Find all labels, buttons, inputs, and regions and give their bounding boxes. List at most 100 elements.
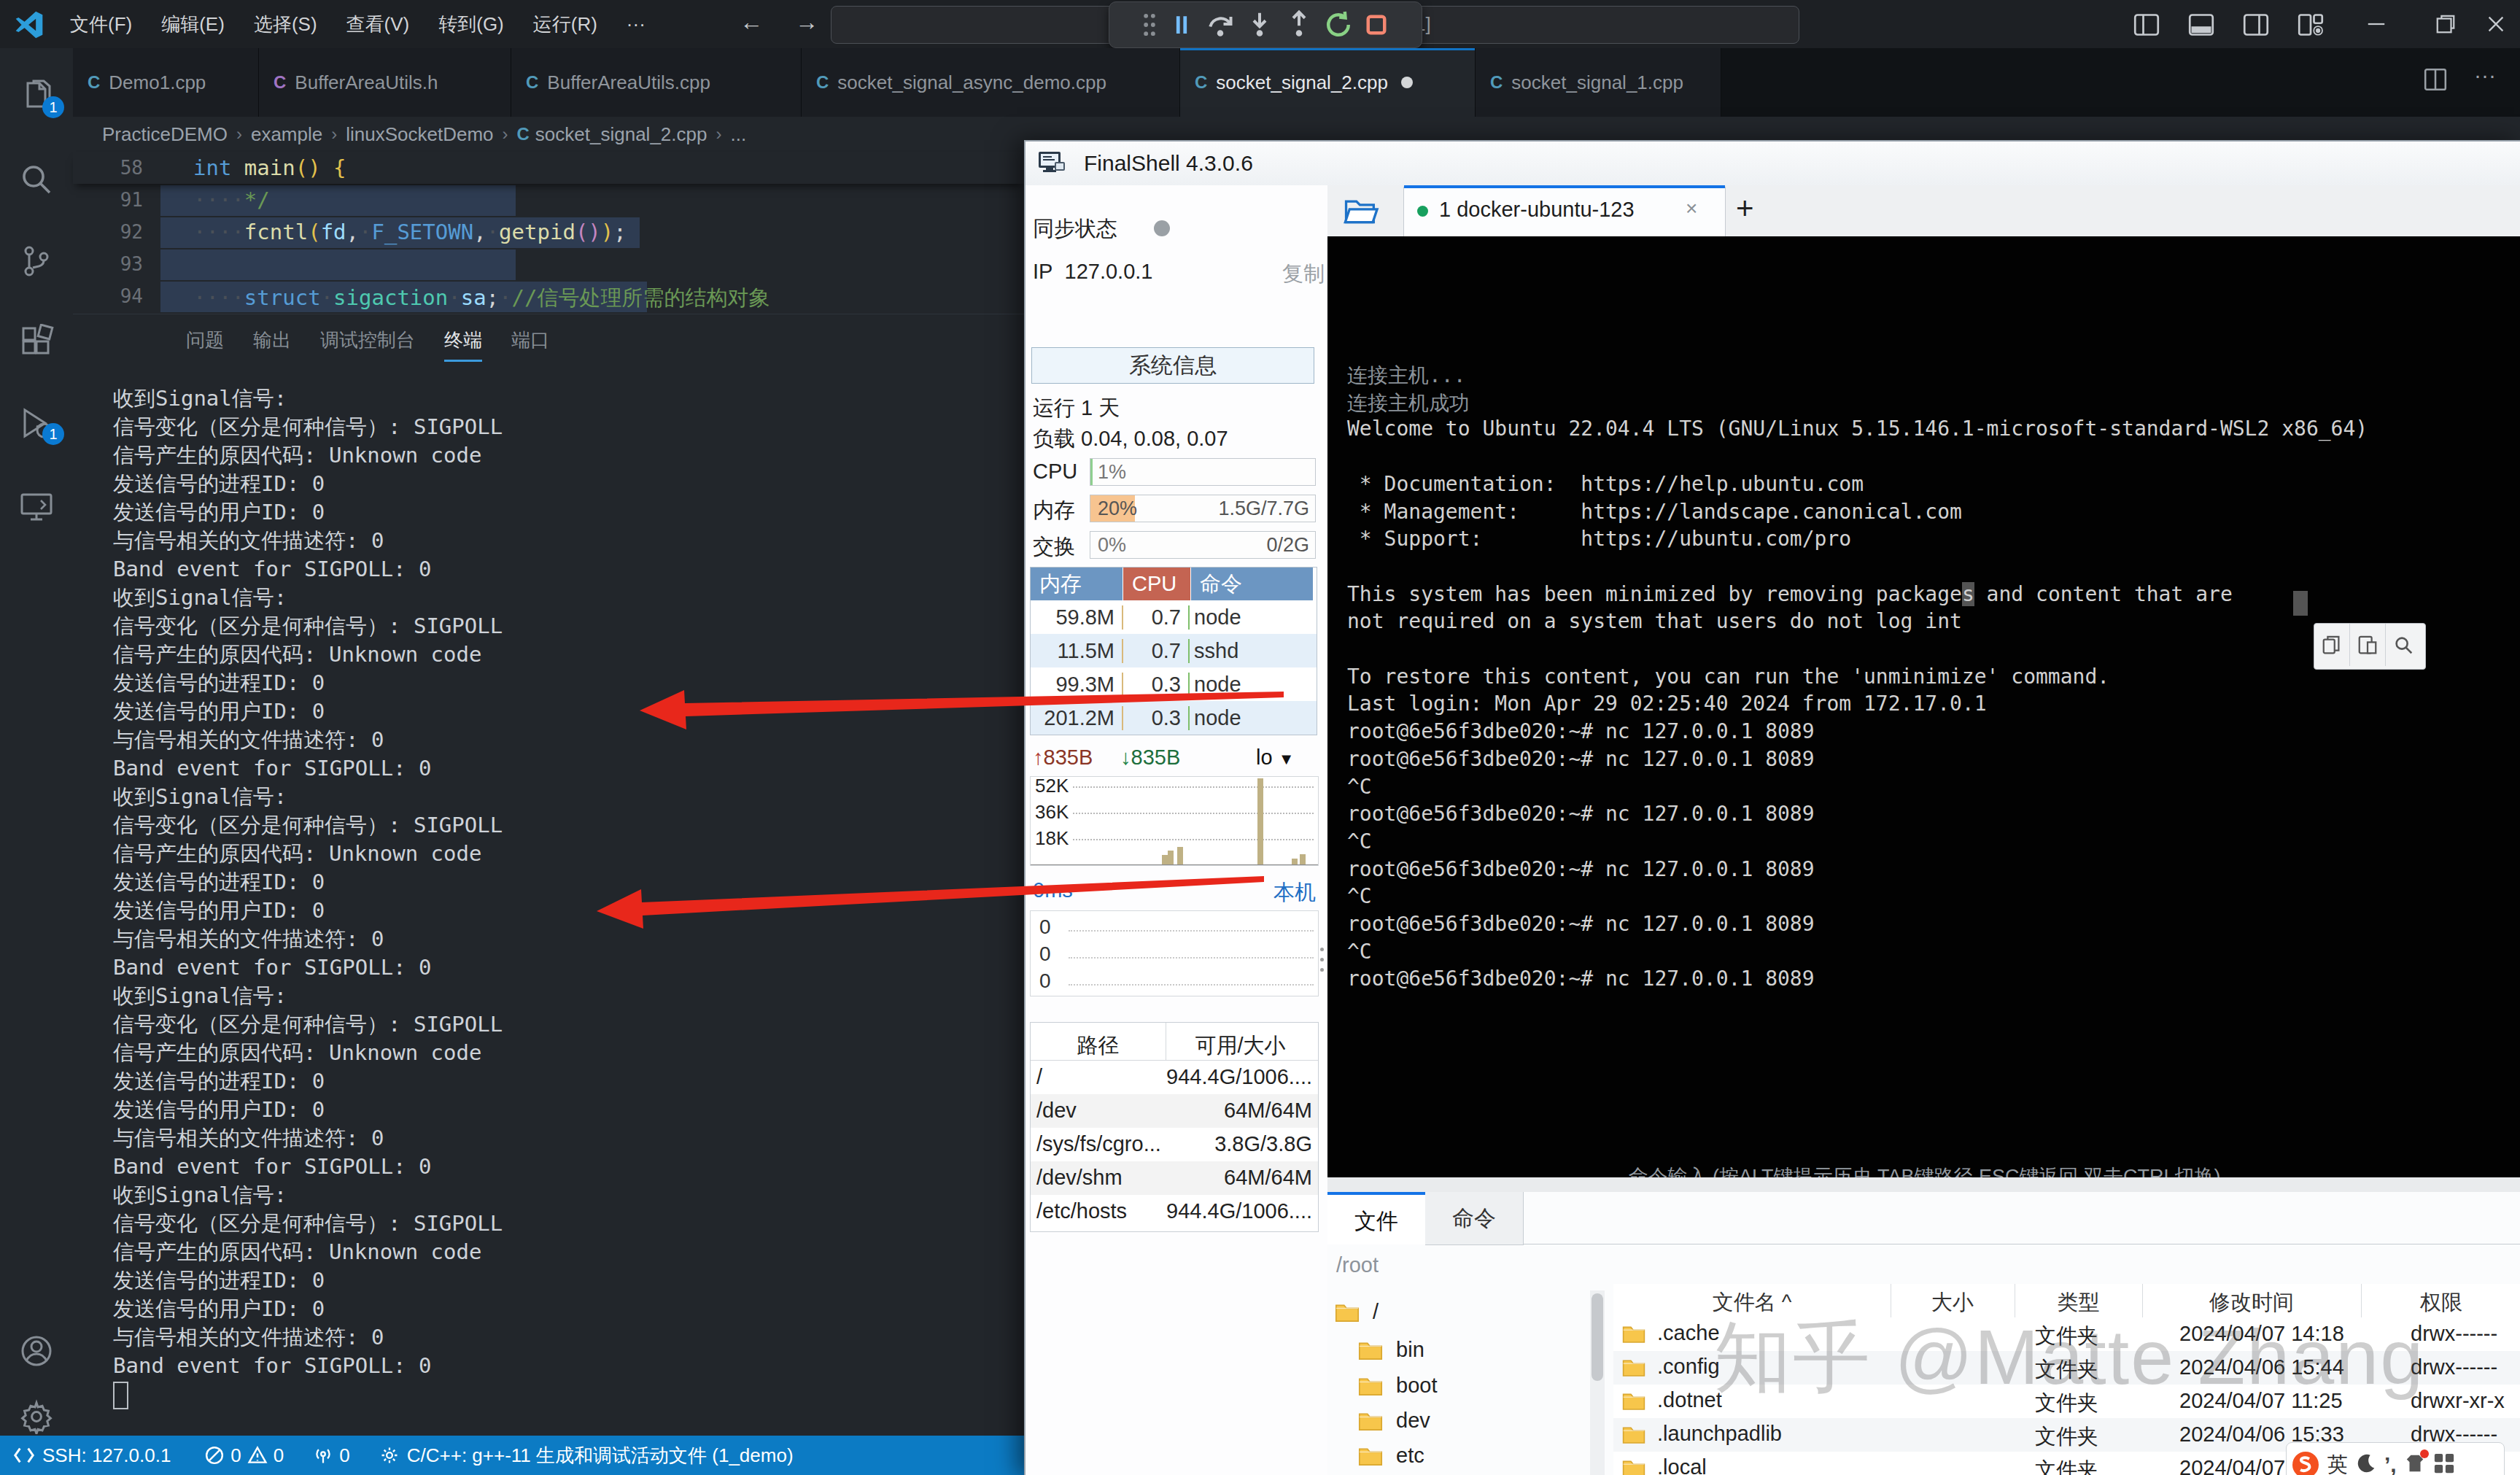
tree-item-boot[interactable]: boot	[1358, 1374, 1438, 1398]
debug-stop-icon[interactable]	[1363, 12, 1389, 38]
menu-选择(S)[interactable]: 选择(S)	[239, 0, 332, 48]
breadcrumb-item[interactable]: PracticeDEMO	[102, 123, 228, 146]
menu-查看(V)[interactable]: 查看(V)	[332, 0, 424, 48]
accounts-icon[interactable]	[19, 1333, 54, 1368]
menu-文件(F)[interactable]: 文件(F)	[55, 0, 147, 48]
tab-socket_signal_async_demo.cpp[interactable]: Csocket_signal_async_demo.cpp	[802, 48, 1180, 117]
breadcrumb-item[interactable]: example	[251, 123, 322, 146]
tree-item-/[interactable]: /	[1335, 1300, 1379, 1324]
toggle-secondary-sidebar-icon[interactable]	[2243, 12, 2269, 38]
splitter-handle[interactable]	[1319, 948, 1325, 984]
ping-row-value: 0	[1039, 915, 1051, 939]
debug-restart-icon[interactable]	[1324, 10, 1353, 39]
disk-col-path[interactable]: 路径	[1031, 1031, 1166, 1061]
restore-button[interactable]	[2422, 0, 2470, 48]
panel-tab-端口[interactable]: 端口	[511, 328, 549, 353]
finalshell-titlebar[interactable]: FinalShell 4.3.0.6	[1026, 142, 2520, 186]
debug-step-into-icon[interactable]	[1245, 10, 1274, 39]
panel-tab-问题[interactable]: 问题	[186, 328, 224, 353]
ime-toolbox-icon[interactable]	[2433, 1452, 2455, 1475]
code-line[interactable]: ····fcntl(fd,·F_SETOWN,·getpid());	[193, 220, 627, 244]
disk-col-size[interactable]: 可用/大小	[1166, 1031, 1315, 1061]
extensions-icon[interactable]	[19, 324, 54, 359]
tree-scrollbar[interactable]	[1590, 1290, 1605, 1475]
ime-punct-toggle[interactable]: ’,	[2384, 1452, 2397, 1475]
nav-back-icon[interactable]: ←	[740, 9, 763, 36]
process-row[interactable]: 201.2M0.3node	[1031, 701, 1317, 735]
remote-explorer-icon[interactable]	[19, 489, 54, 524]
terminal-selection-toolbar	[2314, 623, 2426, 670]
debug-step-out-icon[interactable]	[1284, 10, 1314, 39]
panel-tab-调试控制台[interactable]: 调试控制台	[320, 328, 415, 353]
source-control-icon[interactable]	[19, 244, 54, 279]
ime-lang-toggle[interactable]: 英	[2327, 1451, 2348, 1475]
files-tab-文件[interactable]: 文件	[1327, 1192, 1426, 1244]
copy-icon[interactable]	[2314, 624, 2350, 666]
problems-indicator[interactable]: 0 0	[204, 1444, 284, 1467]
menu-···[interactable]: ···	[612, 0, 660, 48]
system-info-button[interactable]: 系统信息	[1031, 347, 1314, 384]
toggle-panel-icon[interactable]	[2188, 12, 2214, 38]
breadcrumb-item[interactable]: ...	[730, 123, 746, 146]
panel-divider[interactable]: •••	[1327, 1177, 2520, 1193]
customize-layout-icon[interactable]	[2298, 12, 2324, 38]
ports-indicator[interactable]: 0	[313, 1444, 349, 1467]
close-button[interactable]	[2472, 0, 2520, 48]
breadcrumb[interactable]: PracticeDEMO›example›linuxSocketDemo›Cso…	[102, 117, 746, 152]
nav-forward-icon[interactable]: →	[795, 9, 818, 36]
tab-BufferAreaUtils.cpp[interactable]: CBufferAreaUtils.cpp	[511, 48, 802, 117]
debug-step-over-icon[interactable]	[1206, 10, 1235, 39]
uptime-label: 运行 1 天	[1033, 394, 1120, 423]
sogou-logo[interactable]	[2291, 1450, 2320, 1475]
menu-运行(R)[interactable]: 运行(R)	[519, 0, 612, 48]
iface-select[interactable]: lo ▼	[1256, 746, 1294, 770]
process-col-CPU[interactable]: CPU	[1123, 568, 1191, 600]
debug-pause-icon[interactable]	[1168, 11, 1195, 39]
tab-Demo1.cpp[interactable]: CDemo1.cpp	[73, 48, 259, 117]
tree-item-etc[interactable]: etc	[1358, 1444, 1424, 1468]
paste-icon[interactable]	[2350, 624, 2386, 666]
search-icon[interactable]	[19, 162, 54, 197]
process-row[interactable]: 59.8M0.7node	[1031, 600, 1317, 634]
shell-terminal[interactable]: 连接主机...连接主机成功Welcome to Ubuntu 22.04.4 L…	[1327, 236, 2520, 1177]
process-row[interactable]: 99.3M0.3node	[1031, 667, 1317, 701]
tree-item-bin[interactable]: bin	[1358, 1338, 1424, 1362]
files-tab-命令[interactable]: 命令	[1425, 1192, 1524, 1245]
current-path[interactable]: /root	[1336, 1253, 1379, 1277]
breadcrumb-item[interactable]: socket_signal_2.cpp	[535, 123, 707, 146]
sticky-scroll-line[interactable]: 58 int main() {	[73, 152, 1024, 184]
tab-BufferAreaUtils.h[interactable]: CBufferAreaUtils.h	[259, 48, 511, 117]
shell-tab-close-icon[interactable]: ×	[1686, 197, 1697, 220]
minimize-button[interactable]	[2352, 0, 2400, 48]
new-tab-button[interactable]: +	[1736, 191, 1754, 226]
process-col-内存[interactable]: 内存	[1031, 568, 1123, 600]
process-col-命令[interactable]: 命令	[1191, 568, 1314, 600]
shell-tab[interactable]: 1 docker-ubuntu-123 ×	[1403, 187, 1726, 236]
build-task-indicator[interactable]: C/C++: g++-11 生成和调试活动文件 (1_demo)	[379, 1443, 794, 1468]
settings-gear-icon[interactable]	[19, 1399, 54, 1434]
ime-skin-icon[interactable]	[2404, 1452, 2426, 1475]
split-editor-icon[interactable]	[2423, 67, 2448, 97]
process-row[interactable]: 11.5M0.7sshd	[1031, 634, 1317, 667]
panel-tab-终端[interactable]: 终端	[444, 328, 482, 353]
panel-tab-输出[interactable]: 输出	[253, 328, 291, 353]
code-line[interactable]: ····*/	[193, 187, 270, 212]
tab-socket_signal_2.cpp[interactable]: Csocket_signal_2.cpp	[1180, 48, 1476, 117]
toggle-sidebar-icon[interactable]	[2133, 12, 2160, 38]
copy-ip-button[interactable]: 复制	[1282, 260, 1325, 289]
ime-moon-icon[interactable]	[2355, 1452, 2377, 1475]
tab-socket_signal_1.cpp[interactable]: Csocket_signal_1.cpp	[1476, 48, 1721, 117]
tab-label: socket_signal_2.cpp	[1216, 71, 1388, 94]
open-connection-folder-icon[interactable]	[1344, 193, 1381, 228]
drag-handle-icon[interactable]	[1141, 12, 1158, 37]
editor-more-actions-icon[interactable]: ···	[2474, 63, 2496, 88]
menu-编辑(E)[interactable]: 编辑(E)	[147, 0, 239, 48]
remote-indicator[interactable]: SSH: 127.0.0.1	[13, 1444, 171, 1467]
menu-转到(G)[interactable]: 转到(G)	[424, 0, 519, 48]
tree-item-dev[interactable]: dev	[1358, 1409, 1430, 1433]
breadcrumb-item[interactable]: linuxSocketDemo	[346, 123, 493, 146]
search-selection-icon[interactable]	[2386, 624, 2421, 666]
code-line[interactable]: ····struct·sigaction·sa;·//信号处理所需的结构对象	[193, 284, 769, 313]
shell-line: root@6e56f3dbe020:~# nc 127.0.0.1 8089	[1347, 802, 1815, 826]
ping-host[interactable]: 本机	[1273, 878, 1316, 907]
